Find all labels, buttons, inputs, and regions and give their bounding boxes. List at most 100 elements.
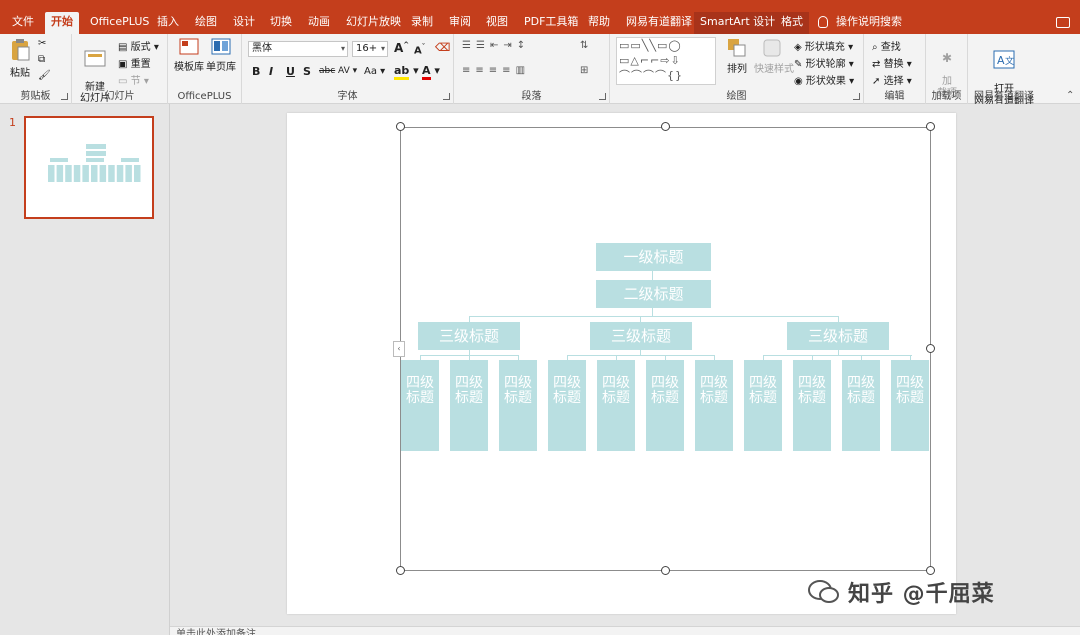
tab-format[interactable]: 格式 (775, 12, 809, 34)
strikethrough-button[interactable]: abc (319, 66, 335, 76)
resize-handle-top-right[interactable] (926, 122, 935, 131)
resize-handle-right[interactable] (926, 344, 935, 353)
tab-record[interactable]: 录制 (405, 12, 439, 34)
translate-icon: A文 (993, 50, 1015, 69)
cut-button[interactable]: ✂ (38, 38, 46, 49)
shadow-button[interactable]: S (303, 65, 311, 78)
replace-button[interactable]: ⇄ 替换 ▾ (872, 55, 912, 70)
tab-design[interactable]: 设计 (227, 12, 261, 34)
font-size-select[interactable]: 16+ (352, 41, 388, 57)
columns-icon: ▥ (515, 65, 531, 76)
text-direction-icon: ⇅ (580, 40, 589, 51)
shape-fill-button[interactable]: ◈ 形状填充 ▾ (794, 38, 853, 53)
align-text-icon: ⊞ (580, 65, 589, 76)
layout-button[interactable]: ▤ 版式 ▾ (118, 38, 159, 53)
tab-file[interactable]: 文件 (6, 12, 40, 34)
arrange-label: 排列 (727, 64, 747, 75)
align-text-button[interactable]: ⊞ (580, 65, 588, 76)
section-button[interactable]: ▭ 节 ▾ (118, 72, 149, 87)
text-direction-button[interactable]: ⇅ (580, 40, 588, 51)
template-library-button[interactable]: 模板库 (174, 38, 204, 73)
shape-outline-button[interactable]: ✎ 形状轮廓 ▾ (794, 55, 854, 70)
resize-handle-bottom[interactable] (661, 566, 670, 575)
effects-icon: ◉ (794, 76, 803, 87)
arrange-button[interactable]: 排列 (722, 38, 752, 75)
format-painter-button[interactable]: 🖌 (38, 70, 51, 81)
tab-smartart-design[interactable]: SmartArt 设计 (694, 12, 782, 34)
quick-styles-button[interactable]: 快速样式 (754, 38, 794, 75)
paste-button[interactable]: 粘贴 (6, 38, 34, 79)
resize-handle-top[interactable] (661, 122, 670, 131)
font-launcher[interactable] (443, 93, 450, 100)
shrink-font-button[interactable]: Aˇ (414, 43, 425, 56)
char-spacing-button[interactable]: AV ▾ (338, 66, 357, 76)
copy-button[interactable]: ⧉ (38, 54, 45, 65)
thumbnail-leaf-box (56, 165, 64, 182)
clear-format-button[interactable]: ⌫ (435, 41, 451, 54)
change-case-button[interactable]: Aa ▾ (364, 66, 385, 77)
thumbnail-leaf-box (116, 165, 124, 182)
resize-handle-top-left[interactable] (396, 122, 405, 131)
grow-font-button[interactable]: A^ (394, 41, 409, 55)
justify-icon: ≡ (502, 65, 516, 76)
tell-me-search[interactable]: 操作说明搜索 (818, 12, 902, 34)
tab-view[interactable]: 视图 (480, 12, 514, 34)
tab-draw[interactable]: 绘图 (189, 12, 223, 34)
notes-pane[interactable]: 单击此处添加备注 (170, 626, 1080, 635)
single-page-library-button[interactable]: 单页库 (206, 38, 236, 73)
menu-bar: 文件 开始 OfficePLUS 插入 绘图 设计 切换 动画 幻灯片放映 录制… (0, 6, 1080, 34)
tab-slideshow[interactable]: 幻灯片放映 (340, 12, 407, 34)
bold-button[interactable]: B (252, 65, 260, 78)
smartart-selection-frame[interactable] (400, 127, 931, 571)
highlight-button[interactable]: ab ▾ (394, 64, 419, 80)
font-family-select[interactable]: 黑体 (248, 41, 348, 57)
thumbnail-leaf-box (91, 165, 98, 182)
decrease-indent-icon: ⇤ (489, 40, 504, 51)
paragraph-launcher[interactable] (599, 93, 606, 100)
select-label: 选择 (883, 76, 904, 87)
drawing-launcher[interactable] (853, 93, 860, 100)
thumbnail-leaf-box (73, 165, 81, 182)
reset-icon: ▣ (118, 59, 128, 70)
section-label: 节 (130, 76, 141, 87)
scissors-icon: ✂ (38, 38, 47, 49)
tab-review[interactable]: 审阅 (443, 12, 477, 34)
template-icon (179, 38, 199, 55)
clipboard-launcher[interactable] (61, 93, 68, 100)
collapse-ribbon-button[interactable]: ⌃ (1066, 90, 1074, 101)
font-group-label: 字体 (337, 91, 358, 102)
tab-transitions[interactable]: 切换 (264, 12, 298, 34)
tab-youdao[interactable]: 网易有道翻译 (620, 12, 698, 34)
thumbnail-leaf-box (108, 165, 115, 182)
font-color-button[interactable]: A ▾ (422, 64, 440, 80)
reset-button[interactable]: ▣ 重置 (118, 55, 151, 70)
group-officeplus: 模板库 单页库 OfficePLUS (168, 34, 242, 104)
shapes-gallery[interactable]: ▭▭╲╲▭◯ ▭△⌐⌐⇨⇩ ⌒⌒⌒⌒{} (616, 37, 716, 85)
text-pane-toggle[interactable]: ‹ (393, 341, 405, 357)
tab-home[interactable]: 开始 (45, 12, 79, 34)
shape-effects-label: 形状效果 (805, 76, 846, 87)
italic-button[interactable]: I (269, 65, 273, 78)
thumbnail-leaf-box (99, 165, 107, 182)
list-buttons[interactable]: ☰☰⇤⇥↕ (462, 40, 530, 51)
align-buttons[interactable]: ≡≡≡≡▥ (462, 65, 530, 76)
slide-thumbnail[interactable] (24, 116, 154, 219)
tab-help[interactable]: 帮助 (582, 12, 616, 34)
shape-fill-label: 形状填充 (804, 42, 845, 53)
comments-icon[interactable] (1056, 17, 1070, 28)
tab-insert[interactable]: 插入 (151, 12, 185, 34)
underline-button[interactable]: U (286, 65, 295, 78)
find-button[interactable]: ⌕ 查找 (872, 38, 901, 53)
tab-animations[interactable]: 动画 (302, 12, 336, 34)
slide-thumbnail-pane: 1 (0, 104, 170, 635)
thumbnail-leaf-box (125, 165, 132, 182)
select-button[interactable]: ➚ 选择 ▾ (872, 72, 912, 87)
chevron-up-icon: ⌃ (1066, 90, 1075, 101)
group-slides: 新建 幻灯片 ▤ 版式 ▾ ▣ 重置 ▭ 节 ▾ 幻灯片 (72, 34, 168, 104)
shape-effects-button[interactable]: ◉ 形状效果 ▾ (794, 72, 854, 87)
cursor-icon: ➚ (872, 76, 881, 87)
group-clipboard: 粘贴 ✂ ⧉ 🖌 剪贴板 (0, 34, 72, 104)
resize-handle-bottom-left[interactable] (396, 566, 405, 575)
tab-officeplus[interactable]: OfficePLUS (84, 12, 155, 34)
tab-pdf-tools[interactable]: PDF工具箱 (518, 12, 584, 34)
